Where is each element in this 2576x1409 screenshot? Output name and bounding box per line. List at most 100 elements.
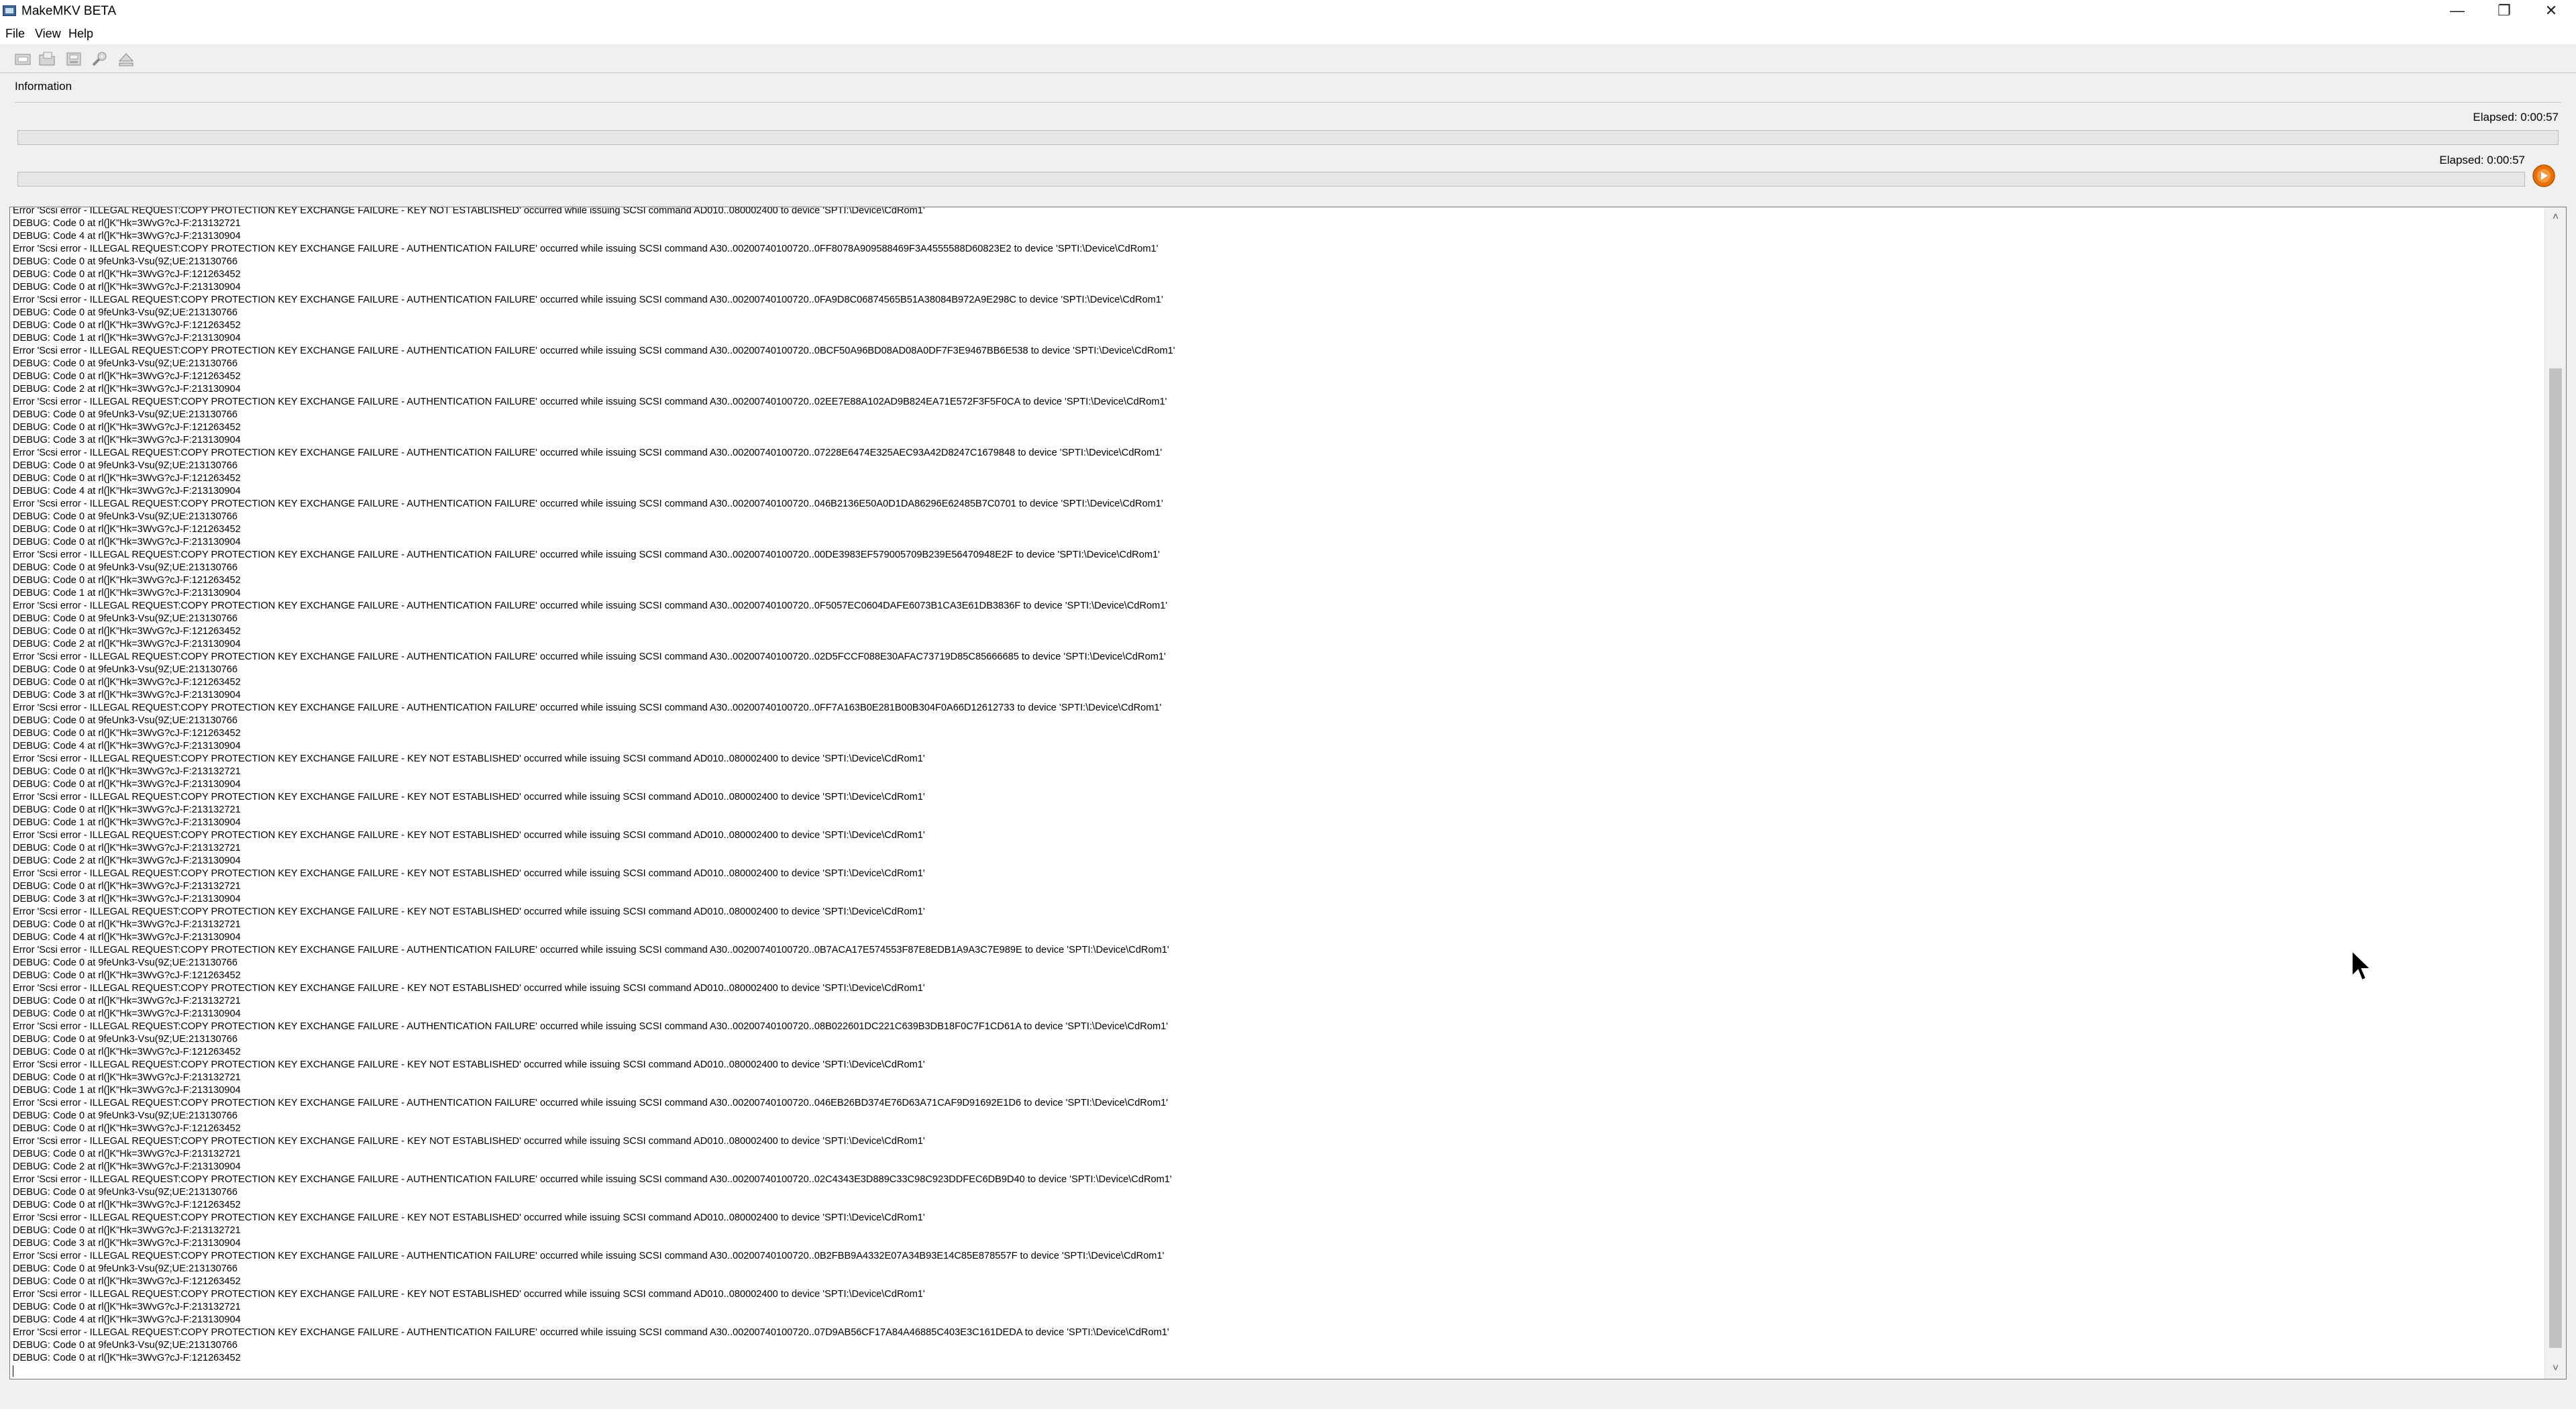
progress-bar-current (17, 130, 2559, 145)
log-line: DEBUG: Code 0 at 9feUnk3-Vsu(9Z;UE:21313… (13, 715, 238, 726)
log-line: DEBUG: Code 0 at rl(]K"Hk=3WvG?cJ-F:2131… (13, 779, 241, 790)
log-line: DEBUG: Code 0 at rl(]K"Hk=3WvG?cJ-F:1212… (13, 524, 241, 535)
log-line: DEBUG: Code 2 at rl(]K"Hk=3WvG?cJ-F:2131… (13, 855, 241, 866)
backup-icon[interactable] (64, 50, 83, 68)
log-line: Error 'Scsi error - ILLEGAL REQUEST:COPY… (13, 1251, 1165, 1261)
minimize-icon[interactable]: — (2434, 0, 2481, 23)
log-line: Error 'Scsi error - ILLEGAL REQUEST:COPY… (13, 1059, 925, 1070)
title-bar: MakeMKV BETA — ❐ ✕ (0, 0, 2576, 23)
log-content: Error 'Scsi error - ILLEGAL REQUEST:COPY… (13, 207, 2543, 1379)
log-line: DEBUG: Code 0 at rl(]K"Hk=3WvG?cJ-F:2131… (13, 218, 241, 229)
eject-icon[interactable] (117, 50, 136, 68)
log-line: DEBUG: Code 0 at rl(]K"Hk=3WvG?cJ-F:1212… (13, 970, 241, 981)
log-line: DEBUG: Code 0 at rl(]K"Hk=3WvG?cJ-F:2131… (13, 881, 241, 892)
log-line: Error 'Scsi error - ILLEGAL REQUEST:COPY… (13, 346, 1175, 356)
log-line: DEBUG: Code 0 at rl(]K"Hk=3WvG?cJ-F:1212… (13, 1123, 241, 1134)
stop-button[interactable] (2532, 164, 2556, 188)
progress-bar-total (17, 172, 2525, 187)
log-line: Error 'Scsi error - ILLEGAL REQUEST:COPY… (13, 1327, 1169, 1338)
log-line: Error 'Scsi error - ILLEGAL REQUEST:COPY… (13, 1098, 1169, 1108)
log-line: Error 'Scsi error - ILLEGAL REQUEST:COPY… (13, 983, 925, 994)
scroll-down-icon[interactable]: ˅ (2545, 1359, 2566, 1379)
elapsed-time-total: Elapsed: 0:00:57 (2439, 154, 2525, 166)
log-line: Error 'Scsi error - ILLEGAL REQUEST:COPY… (13, 550, 1160, 560)
information-label: Information (15, 80, 72, 93)
log-line: DEBUG: Code 1 at rl(]K"Hk=3WvG?cJ-F:2131… (13, 817, 241, 828)
log-line: DEBUG: Code 0 at 9feUnk3-Vsu(9Z;UE:21313… (13, 1263, 238, 1274)
log-line: DEBUG: Code 3 at rl(]K"Hk=3WvG?cJ-F:2131… (13, 1238, 241, 1249)
log-line: DEBUG: Code 0 at 9feUnk3-Vsu(9Z;UE:21313… (13, 409, 238, 420)
log-line: DEBUG: Code 0 at rl(]K"Hk=3WvG?cJ-F:2131… (13, 919, 241, 930)
toolbar (0, 44, 2576, 72)
log-line: DEBUG: Code 0 at rl(]K"Hk=3WvG?cJ-F:1212… (13, 422, 241, 433)
log-line: DEBUG: Code 0 at 9feUnk3-Vsu(9Z;UE:21313… (13, 957, 238, 968)
log-line: Error 'Scsi error - ILLEGAL REQUEST:COPY… (13, 601, 1168, 611)
log-line: Error 'Scsi error - ILLEGAL REQUEST:COPY… (13, 448, 1163, 458)
log-line: DEBUG: Code 0 at rl(]K"Hk=3WvG?cJ-F:2131… (13, 804, 241, 815)
log-line: DEBUG: Code 4 at rl(]K"Hk=3WvG?cJ-F:2131… (13, 1314, 241, 1325)
log-line: Error 'Scsi error - ILLEGAL REQUEST:COPY… (13, 1212, 925, 1223)
open-files-icon[interactable] (38, 50, 56, 68)
log-line: DEBUG: Code 0 at rl(]K"Hk=3WvG?cJ-F:2131… (13, 1302, 241, 1312)
log-line: DEBUG: Code 0 at rl(]K"Hk=3WvG?cJ-F:1212… (13, 1200, 241, 1210)
log-line: Error 'Scsi error - ILLEGAL REQUEST:COPY… (13, 1136, 925, 1147)
log-line: DEBUG: Code 0 at rl(]K"Hk=3WvG?cJ-F:1212… (13, 473, 241, 484)
menu-help[interactable]: Help (68, 26, 93, 41)
log-line: DEBUG: Code 0 at 9feUnk3-Vsu(9Z;UE:21313… (13, 664, 238, 675)
toolbar-divider (0, 72, 2576, 73)
log-line: Error 'Scsi error - ILLEGAL REQUEST:COPY… (13, 830, 925, 841)
log-textarea[interactable]: Error 'Scsi error - ILLEGAL REQUEST:COPY… (9, 207, 2567, 1379)
log-line: DEBUG: Code 3 at rl(]K"Hk=3WvG?cJ-F:2131… (13, 894, 241, 904)
log-line: Error 'Scsi error - ILLEGAL REQUEST:COPY… (13, 244, 1159, 254)
log-line: DEBUG: Code 0 at rl(]K"Hk=3WvG?cJ-F:2131… (13, 766, 241, 777)
log-line: Error 'Scsi error - ILLEGAL REQUEST:COPY… (13, 397, 1167, 407)
log-line: Error 'Scsi error - ILLEGAL REQUEST:COPY… (13, 792, 925, 802)
settings-icon[interactable] (90, 50, 109, 68)
log-line: DEBUG: Code 1 at rl(]K"Hk=3WvG?cJ-F:2131… (13, 333, 241, 344)
log-line: DEBUG: Code 0 at 9feUnk3-Vsu(9Z;UE:21313… (13, 460, 238, 471)
log-line: DEBUG: Code 0 at 9feUnk3-Vsu(9Z;UE:21313… (13, 511, 238, 522)
log-line: Error 'Scsi error - ILLEGAL REQUEST:COPY… (13, 1174, 1172, 1185)
log-line: DEBUG: Code 2 at rl(]K"Hk=3WvG?cJ-F:2131… (13, 384, 241, 395)
log-line: DEBUG: Code 0 at 9feUnk3-Vsu(9Z;UE:21313… (13, 1187, 238, 1198)
log-line: DEBUG: Code 0 at 9feUnk3-Vsu(9Z;UE:21313… (13, 1340, 238, 1351)
log-line: Error 'Scsi error - ILLEGAL REQUEST:COPY… (13, 753, 925, 764)
text-caret-line (13, 1365, 2543, 1377)
menu-file[interactable]: File (5, 26, 25, 41)
log-line: DEBUG: Code 0 at rl(]K"Hk=3WvG?cJ-F:2131… (13, 843, 241, 853)
log-line: Error 'Scsi error - ILLEGAL REQUEST:COPY… (13, 906, 925, 917)
log-line: DEBUG: Code 1 at rl(]K"Hk=3WvG?cJ-F:2131… (13, 1085, 241, 1096)
log-line: Error 'Scsi error - ILLEGAL REQUEST:COPY… (13, 295, 1163, 305)
log-line: Error 'Scsi error - ILLEGAL REQUEST:COPY… (13, 702, 1162, 713)
log-scrollbar[interactable]: ˄ ˅ (2544, 207, 2566, 1379)
log-line: DEBUG: Code 2 at rl(]K"Hk=3WvG?cJ-F:2131… (13, 1161, 241, 1172)
restore-icon[interactable]: ❐ (2481, 0, 2528, 23)
mouse-pointer-icon (2351, 949, 2373, 982)
log-line: Error 'Scsi error - ILLEGAL REQUEST:COPY… (13, 499, 1163, 509)
scrollbar-thumb[interactable] (2549, 368, 2562, 1348)
log-line: DEBUG: Code 0 at rl(]K"Hk=3WvG?cJ-F:2131… (13, 1149, 241, 1159)
window-title: MakeMKV BETA (21, 4, 117, 18)
log-line: DEBUG: Code 0 at 9feUnk3-Vsu(9Z;UE:21313… (13, 562, 238, 573)
open-disc-icon[interactable] (13, 50, 32, 68)
log-line: Error 'Scsi error - ILLEGAL REQUEST:COPY… (13, 945, 1169, 955)
scroll-up-icon[interactable]: ˄ (2545, 207, 2566, 227)
elapsed-time-current: Elapsed: 0:00:57 (2473, 111, 2559, 123)
log-line: Error 'Scsi error - ILLEGAL REQUEST:COPY… (13, 868, 925, 879)
menu-view[interactable]: View (35, 26, 61, 41)
information-divider (15, 102, 2561, 103)
log-line: DEBUG: Code 0 at 9feUnk3-Vsu(9Z;UE:21313… (13, 307, 238, 318)
log-line: DEBUG: Code 4 at rl(]K"Hk=3WvG?cJ-F:2131… (13, 231, 241, 242)
log-line: DEBUG: Code 0 at rl(]K"Hk=3WvG?cJ-F:2131… (13, 1072, 241, 1083)
close-icon[interactable]: ✕ (2528, 0, 2575, 23)
log-line: DEBUG: Code 0 at rl(]K"Hk=3WvG?cJ-F:1212… (13, 1276, 241, 1287)
log-line: DEBUG: Code 4 at rl(]K"Hk=3WvG?cJ-F:2131… (13, 486, 241, 497)
log-line: DEBUG: Code 3 at rl(]K"Hk=3WvG?cJ-F:2131… (13, 435, 241, 446)
log-line: DEBUG: Code 0 at 9feUnk3-Vsu(9Z;UE:21313… (13, 358, 238, 369)
log-line: DEBUG: Code 0 at 9feUnk3-Vsu(9Z;UE:21313… (13, 1110, 238, 1121)
log-line: DEBUG: Code 0 at rl(]K"Hk=3WvG?cJ-F:2131… (13, 1225, 241, 1236)
log-line: Error 'Scsi error - ILLEGAL REQUEST:COPY… (13, 207, 925, 216)
menu-bar: File View Help (0, 23, 2576, 44)
log-line: DEBUG: Code 0 at rl(]K"Hk=3WvG?cJ-F:1212… (13, 575, 241, 586)
log-line: DEBUG: Code 0 at rl(]K"Hk=3WvG?cJ-F:1212… (13, 677, 241, 688)
